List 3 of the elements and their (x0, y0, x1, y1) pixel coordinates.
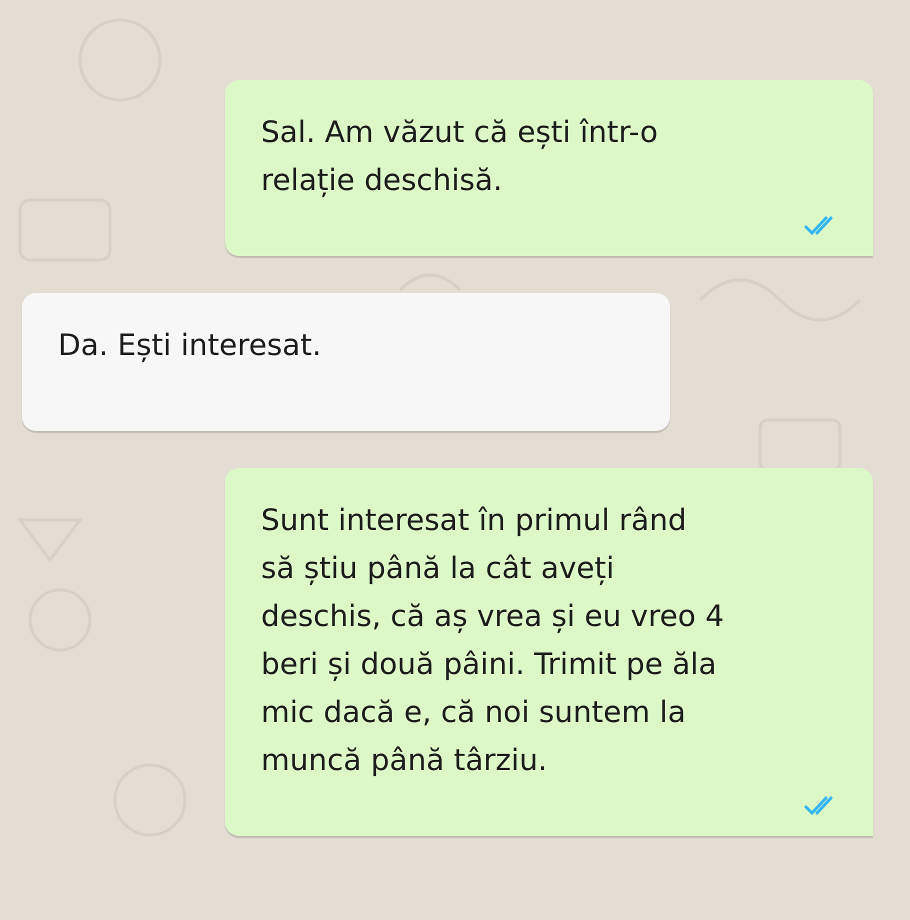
message-text: Sal. Am văzut că ești într-o relație deschisă. (261, 114, 659, 200)
message-text: Sunt interesat în primul rând să știu până la cât aveți deschis, că aș vrea și eu vreo 4 beri și două pâini. Trimit pe ăla mic dacă e, că noi suntem la muncă până târziu. (261, 502, 725, 779)
message-text: Da. Ești interesat. (58, 327, 322, 364)
